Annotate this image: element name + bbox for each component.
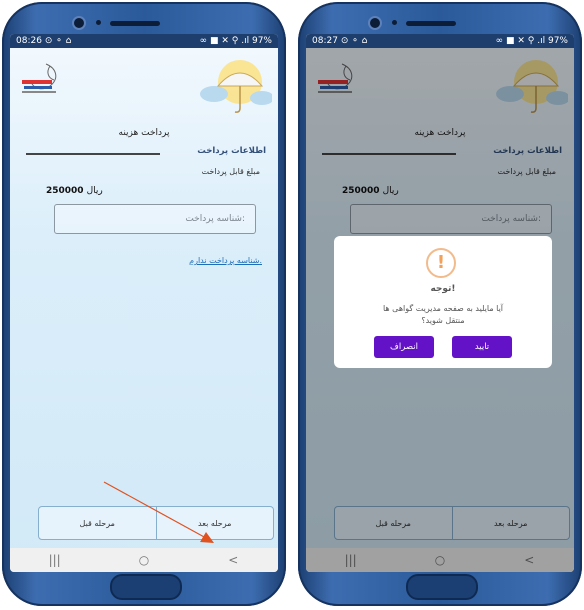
next-step-button[interactable]: مرحله بعد: [156, 506, 274, 540]
left-phone-frame: 08:26 ⊙ ⚬ ⌂ ∞ ■ ✕ ⚲ .ıl 97% پرداخت هزینه…: [2, 2, 286, 606]
dialog-confirm-button[interactable]: تایید: [452, 336, 512, 358]
right-phone-frame: 08:27 ⊙ ⚬ ⌂ ∞ ■ ✕ ⚲ .ıl 97% پرداخت هزینه…: [298, 2, 582, 606]
status-icons-right: ∞ ■ ✕ ⚲ .ıl: [495, 36, 546, 46]
back-nav-button[interactable]: <: [218, 553, 248, 567]
recent-apps-button[interactable]: |||: [40, 553, 70, 567]
battery-level: 97%: [251, 36, 272, 46]
physical-home-button[interactable]: [110, 574, 182, 600]
status-icons-left: ⊙ ⚬ ⌂: [340, 36, 368, 46]
previous-step-button[interactable]: مرحله قبل: [38, 506, 157, 540]
warning-icon: !: [426, 248, 456, 278]
amount-row: 250000 ریال: [46, 186, 103, 196]
amount-unit: ریال: [86, 186, 103, 196]
step-buttons: مرحله قبل مرحله بعد: [38, 506, 274, 540]
status-time: 08:26: [16, 36, 42, 46]
dialog-message-line-2: منتقل شوید؟: [421, 316, 465, 325]
dialog-title: توجه!: [430, 284, 456, 294]
status-icons-right: ∞ ■ ✕ ⚲ .ıl: [199, 36, 250, 46]
section-divider: [26, 153, 160, 155]
sensor-dot: [96, 20, 101, 25]
dialog-message-line-1: آیا مایلید به صفحه مدیریت گواهی ها: [382, 304, 504, 313]
no-payment-id-link[interactable]: شناسه پرداخت ندارم.: [189, 256, 262, 265]
right-screen: 08:27 ⊙ ⚬ ⌂ ∞ ■ ✕ ⚲ .ıl 97% پرداخت هزینه…: [306, 34, 574, 572]
weather-illustration: [200, 60, 272, 113]
status-icons-left: ⊙ ⚬ ⌂: [44, 36, 72, 46]
left-screen: 08:26 ⊙ ⚬ ⌂ ∞ ■ ✕ ⚲ .ıl 97% پرداخت هزینه…: [10, 34, 278, 572]
dialog-cancel-button[interactable]: انصراف: [374, 336, 434, 358]
front-camera-area: [298, 12, 582, 32]
front-camera-area: [2, 12, 286, 32]
status-bar: 08:26 ⊙ ⚬ ⌂ ∞ ■ ✕ ⚲ .ıl 97%: [10, 34, 278, 48]
android-nav-bar: ||| ○ <: [10, 548, 278, 572]
home-nav-button[interactable]: ○: [129, 553, 159, 567]
confirm-dialog: ! توجه! آیا مایلید به صفحه مدیریت گواهی …: [334, 236, 552, 368]
amount-label: مبلغ قابل پرداخت: [201, 167, 260, 176]
sensor-dot: [392, 20, 397, 25]
payment-id-input[interactable]: شناسه پرداخت:: [54, 204, 256, 234]
front-camera: [368, 16, 382, 30]
app-logo: [22, 63, 57, 93]
battery-level: 97%: [547, 36, 568, 46]
section-label: اطلاعات پرداخت: [197, 146, 266, 156]
front-camera: [72, 16, 86, 30]
amount-value: 250000: [46, 186, 84, 196]
earpiece-speaker: [406, 21, 456, 26]
section-header: اطلاعات پرداخت: [26, 146, 266, 160]
physical-home-button[interactable]: [406, 574, 478, 600]
earpiece-speaker: [110, 21, 160, 26]
status-time: 08:27: [312, 36, 338, 46]
page-title: پرداخت هزینه: [118, 128, 170, 138]
status-bar: 08:27 ⊙ ⚬ ⌂ ∞ ■ ✕ ⚲ .ıl 97%: [306, 34, 574, 48]
